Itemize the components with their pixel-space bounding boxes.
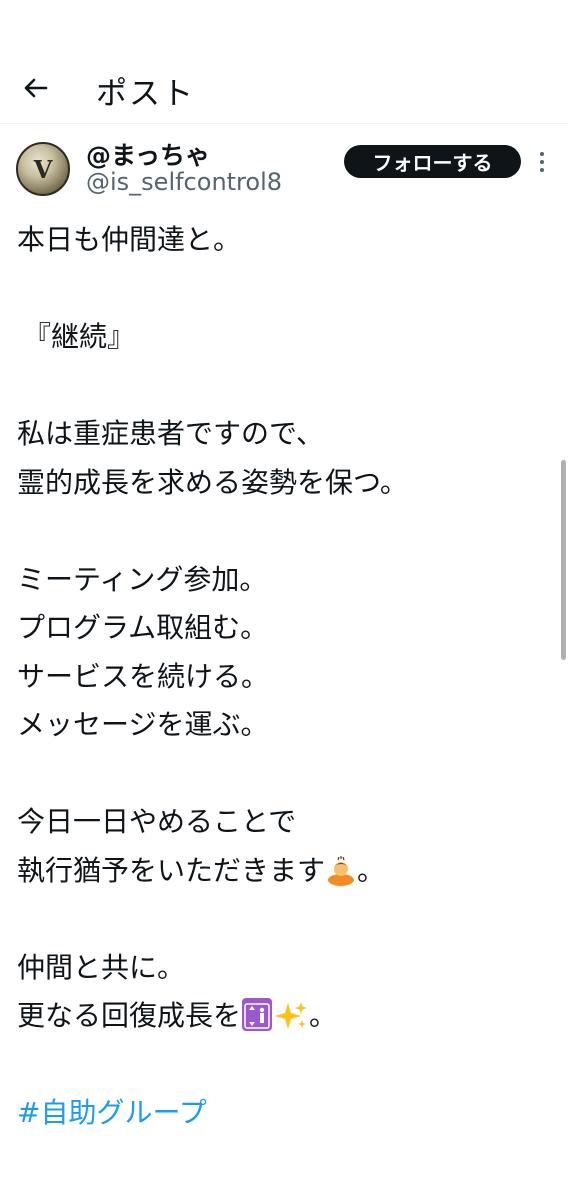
person-bowing-emoji [326,853,356,886]
post-line-text: 『継続』 [23,320,136,353]
post-detail-page: ポスト V @まっちゃ @is_selfcontrol8 フォローする 本日も仲… [0,0,568,1200]
sparkles-emoji [274,998,308,1029]
back-button[interactable] [14,66,58,110]
more-options-button[interactable] [532,148,552,176]
scrollbar[interactable] [561,460,566,660]
post-line: 本日も仲間達と。 [17,223,242,256]
page-title: ポスト [96,76,195,112]
post-line: メッセージを運ぶ。 [17,708,269,741]
post-line: ミーティング参加。 [17,562,268,596]
arrow-left-icon [24,78,48,98]
more-vertical-icon [540,152,544,156]
hashtag-link[interactable]: #自助グループ [17,1096,207,1129]
post-line-text: 。 [357,853,386,887]
elevator-emoji [242,998,273,1031]
post-line: 私は重症患者ですので、 [17,417,324,450]
post-line: 霊的成長を求める姿勢を保つ。 [17,465,408,499]
post-line: サービスを続ける。 [17,659,270,693]
post-line: 執行猶予をいただきます。 [17,847,547,896]
avatar-letter: V [33,154,53,184]
post-line-text: 執行猶予をいただきます [17,853,326,887]
post-line: 『継続』 [17,313,547,362]
post-line-text: 更なる回復成長を [17,999,242,1032]
author-handle[interactable]: @is_selfcontrol8 [86,168,282,196]
author-name[interactable]: @まっちゃ [86,136,210,172]
avatar[interactable]: V [16,142,70,196]
post-line: 今日一日やめることで [17,805,297,838]
post-line: #自助グループ [17,1089,547,1138]
post-line: 仲間と共に。 [17,950,186,984]
post-text: 本日も仲間達と。 『継続』 私は重症患者ですので、 霊的成長を求める姿勢を保つ。… [17,216,547,1138]
top-app-bar: ポスト [0,0,568,124]
post-line: 更なる回復成長を 。 [17,992,547,1041]
post-line: プログラム取組む。 [17,611,269,644]
follow-button[interactable]: フォローする [344,145,521,178]
more-vertical-icon-dot [540,168,544,172]
post-line-text: 。 [309,999,338,1032]
more-vertical-icon-dot [540,160,544,164]
